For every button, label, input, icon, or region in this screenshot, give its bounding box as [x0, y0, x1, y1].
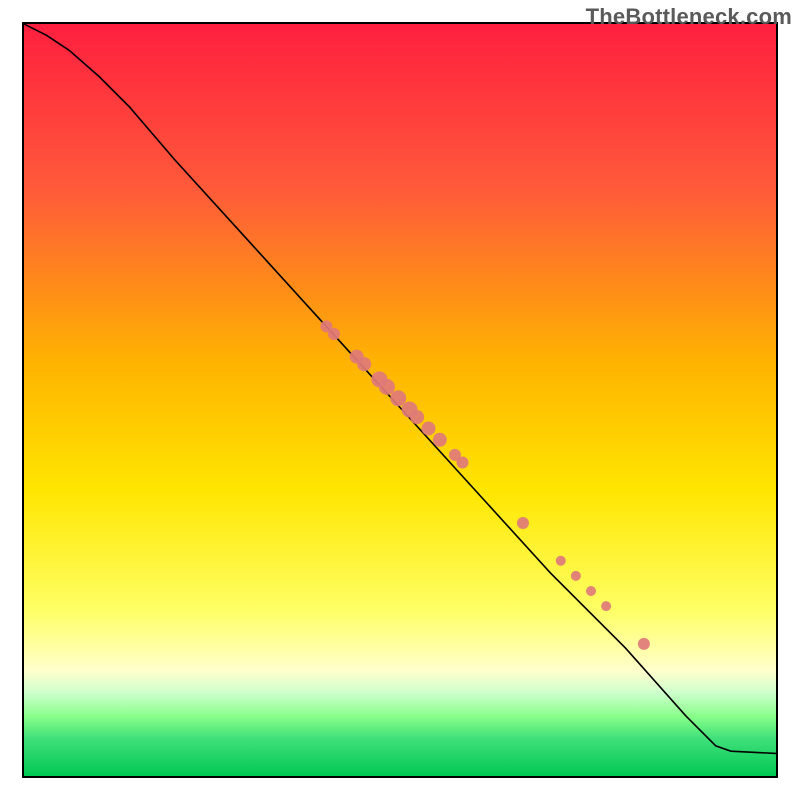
chart-stage: TheBottleneck.com: [0, 0, 800, 800]
gradient-background: [24, 24, 776, 776]
watermark-text: TheBottleneck.com: [586, 4, 792, 30]
plot-area: [22, 22, 778, 778]
plot-svg: [24, 24, 776, 776]
